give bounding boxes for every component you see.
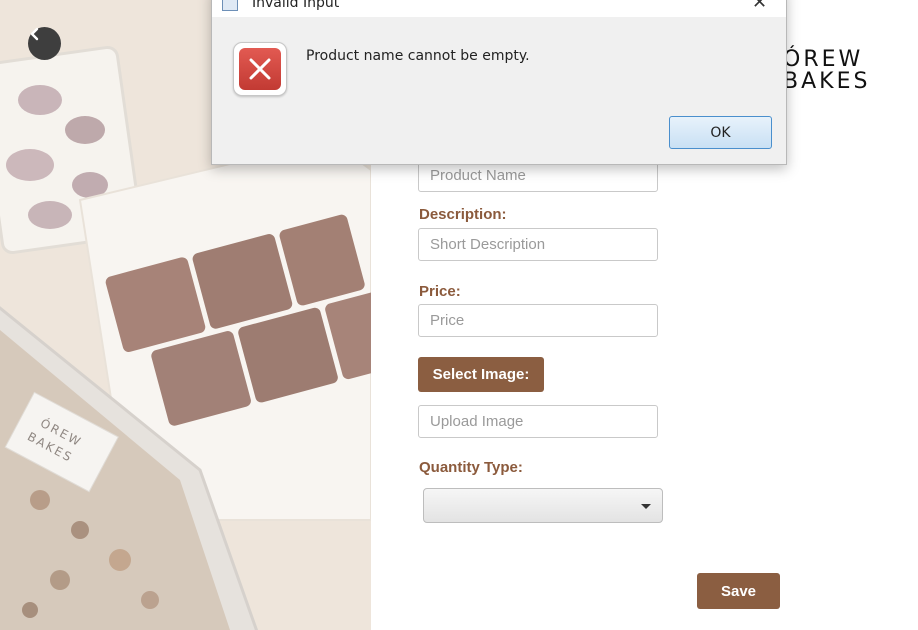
brand-logo: ÓREW BAKES xyxy=(783,49,870,93)
price-input[interactable] xyxy=(418,304,658,337)
quantity-type-select[interactable] xyxy=(423,488,663,523)
logo-line-2: BAKES xyxy=(783,69,871,94)
back-button[interactable] xyxy=(28,27,61,60)
price-label: Price: xyxy=(419,283,461,300)
save-button[interactable]: Save xyxy=(697,573,780,609)
error-icon xyxy=(233,42,287,96)
chevron-left-icon xyxy=(30,27,39,41)
dialog-titlebar: Invalid Input ✕ xyxy=(212,0,786,17)
app-window-icon xyxy=(222,0,238,11)
ok-button[interactable]: OK xyxy=(669,116,772,149)
invalid-input-dialog: Invalid Input ✕ Product name cannot be e… xyxy=(211,0,787,165)
description-label: Description: xyxy=(419,206,507,223)
dropdown-arrow-icon xyxy=(641,504,651,509)
select-image-button[interactable]: Select Image: xyxy=(418,357,544,392)
dialog-title: Invalid Input xyxy=(252,0,340,11)
close-icon[interactable]: ✕ xyxy=(752,0,767,13)
description-input[interactable] xyxy=(418,228,658,261)
quantity-type-label: Quantity Type: xyxy=(419,459,523,476)
dialog-message: Product name cannot be empty. xyxy=(306,48,530,64)
upload-image-input[interactable] xyxy=(418,405,658,438)
logo-line-1: ÓREW xyxy=(783,47,864,72)
